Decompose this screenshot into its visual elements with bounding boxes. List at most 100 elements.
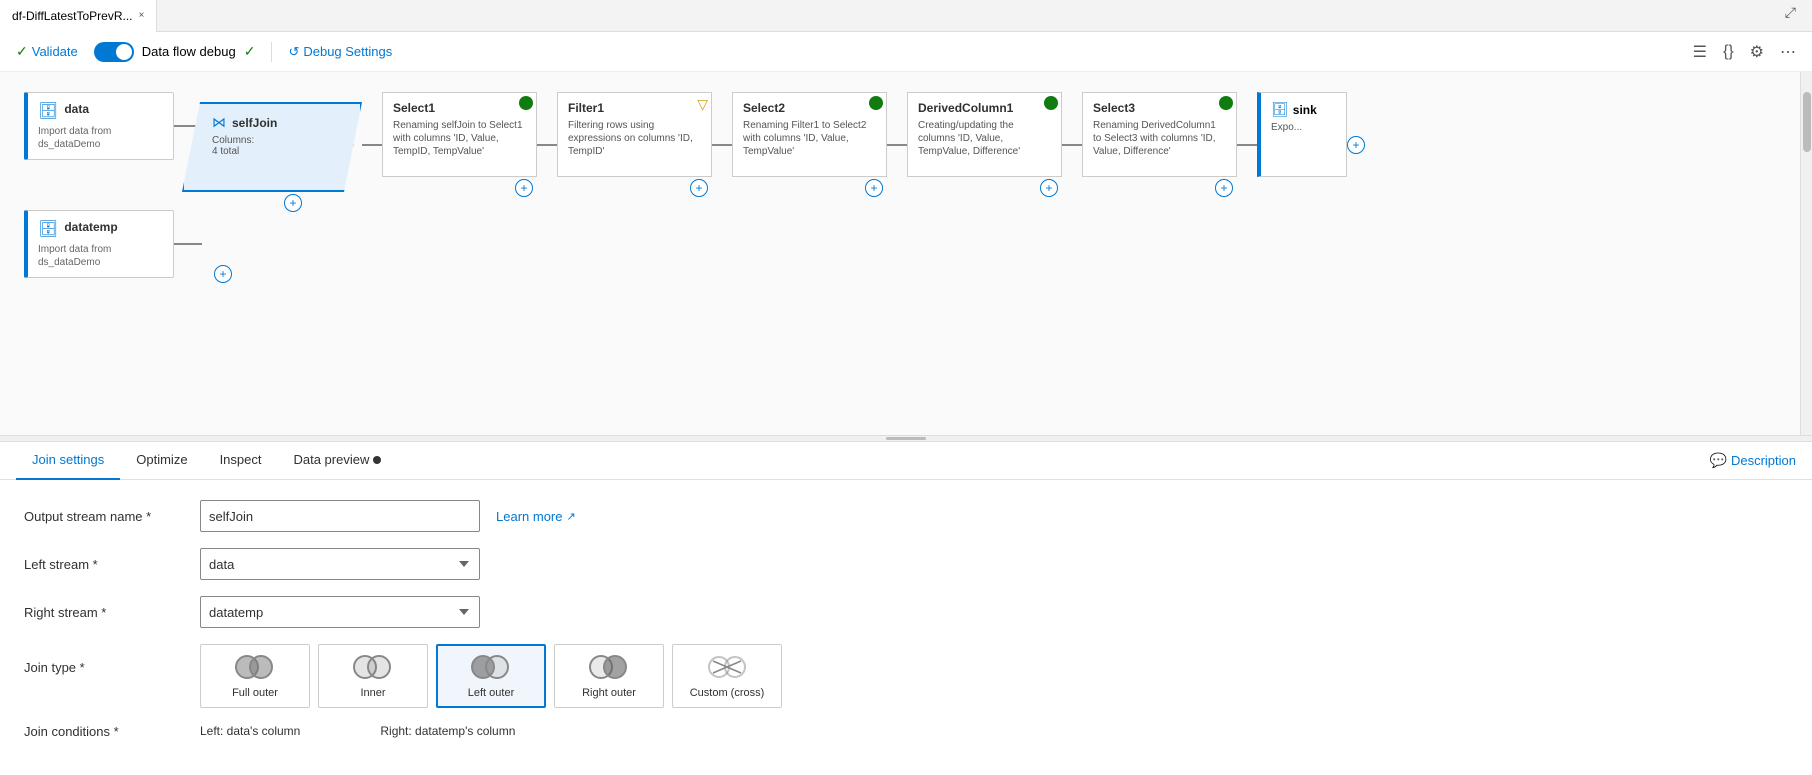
select3-container: Select3 Renaming DerivedColumn1 to Selec… — [1082, 92, 1237, 177]
add-join-button[interactable]: + — [284, 194, 302, 212]
join-conditions-row: Join conditions * Left: data's column Ri… — [24, 724, 1788, 739]
join-type-inner[interactable]: Inner — [318, 644, 428, 708]
debug-toggle[interactable] — [94, 42, 134, 62]
settings-icon[interactable]: ⚙ — [1750, 42, 1764, 62]
code-icon[interactable]: {} — [1723, 43, 1734, 61]
sink-title: sink — [1293, 103, 1317, 117]
add-datatemp-button[interactable]: + — [214, 265, 232, 283]
bottom-panel: Join settings Optimize Inspect Data prev… — [0, 442, 1812, 763]
spacer — [24, 180, 202, 190]
join-icon: ⋈ — [212, 114, 226, 131]
list-icon[interactable]: ☰ — [1693, 42, 1707, 62]
resize-handle — [886, 437, 926, 440]
add-filter1-button[interactable]: + — [690, 179, 708, 197]
select3-title: Select3 — [1093, 101, 1226, 115]
sink-node[interactable]: 🗄 sink Expo... — [1257, 92, 1347, 177]
derived1-container: DerivedColumn1 Creating/updating the col… — [907, 92, 1062, 177]
join-type-custom-cross[interactable]: Custom (cross) — [672, 644, 782, 708]
connector5 — [1062, 144, 1082, 146]
join-type-full-outer[interactable]: Full outer — [200, 644, 310, 708]
right-stream-label: Right stream * — [24, 605, 184, 620]
add-select2-button[interactable]: + — [865, 179, 883, 197]
learn-more-link[interactable]: Learn more ↗ — [496, 509, 576, 524]
tab-data-preview[interactable]: Data preview — [277, 442, 397, 480]
conditions-container: Left: data's column Right: datatemp's co… — [200, 724, 515, 738]
tab-inspect[interactable]: Inspect — [204, 442, 278, 480]
source-node-datatemp[interactable]: 🗄 datatemp Import data from ds_dataDemo — [24, 210, 174, 278]
select2-output-dot — [869, 96, 883, 110]
select1-title: Select1 — [393, 101, 526, 115]
right-stream-select[interactable]: datatemp — [200, 596, 480, 628]
tab-bar: df-DiffLatestToPrevR... × ⤢ — [0, 0, 1812, 32]
restore-icon[interactable]: ⤢ — [1785, 4, 1796, 21]
scrollbar-thumb — [1803, 92, 1811, 152]
source-node-data-group: 🗄 data Import data from ds_dataDemo — [24, 92, 202, 160]
conditions-header: Left: data's column Right: datatemp's co… — [200, 724, 515, 738]
filter1-node[interactable]: ▽ Filter1 Filtering rows using expressio… — [557, 92, 712, 177]
join-types-container: Full outer Inner — [200, 644, 782, 708]
canvas-scrollbar[interactable] — [1800, 72, 1812, 442]
left-outer-label: Left outer — [468, 687, 514, 699]
join-node-selfjoin[interactable]: ⋈ selfJoin Columns:4 total — [182, 102, 362, 192]
left-stream-label: Left stream * — [24, 557, 184, 572]
join-node-title: selfJoin — [232, 116, 277, 130]
filter1-title: Filter1 — [568, 101, 701, 115]
join-type-right-outer[interactable]: Right outer — [554, 644, 664, 708]
select3-desc: Renaming DerivedColumn1 to Select3 with … — [1093, 119, 1226, 158]
toolbar: ✓ Validate Data flow debug ✓ ↺ Debug Set… — [0, 32, 1812, 72]
join-type-left-outer[interactable]: Left outer — [436, 644, 546, 708]
derived1-output-dot — [1044, 96, 1058, 110]
validate-label: Validate — [32, 44, 78, 59]
right-outer-venn — [587, 653, 631, 681]
derived1-node[interactable]: DerivedColumn1 Creating/updating the col… — [907, 92, 1062, 177]
debug-toggle-container: Data flow debug ✓ — [94, 42, 256, 62]
debug-settings-icon: ↺ — [288, 44, 299, 60]
right-outer-label: Right outer — [582, 687, 636, 699]
debug-check-icon: ✓ — [244, 43, 256, 60]
tab-optimize[interactable]: Optimize — [120, 442, 203, 480]
join-conditions-label: Join conditions * — [24, 724, 184, 739]
description-button[interactable]: 💬 Description — [1710, 452, 1796, 469]
join-type-row: Join type * Full outer — [24, 644, 1788, 708]
connector3 — [712, 144, 732, 146]
add-select1-button[interactable]: + — [515, 179, 533, 197]
add-derived1-button[interactable]: + — [1040, 179, 1058, 197]
output-stream-label: Output stream name * — [24, 509, 184, 524]
more-icon[interactable]: ⋯ — [1780, 42, 1796, 62]
join-node-desc: Columns:4 total — [212, 135, 340, 157]
right-col-label: Right: datatemp's column — [380, 724, 515, 738]
connector2 — [537, 144, 557, 146]
sources-column: 🗄 data Import data from ds_dataDemo 🗄 da… — [24, 92, 202, 278]
right-stream-row: Right stream * datatemp — [24, 596, 1788, 628]
select1-container: Select1 Renaming selfJoin to Select1 wit… — [382, 92, 537, 177]
select3-output-dot — [1219, 96, 1233, 110]
canvas-area: 🗄 data Import data from ds_dataDemo 🗄 da… — [0, 72, 1812, 442]
derived1-title: DerivedColumn1 — [918, 101, 1051, 115]
join-type-label: Join type * — [24, 644, 184, 675]
full-outer-label: Full outer — [232, 687, 278, 699]
select3-node[interactable]: Select3 Renaming DerivedColumn1 to Selec… — [1082, 92, 1237, 177]
debug-settings-button[interactable]: ↺ Debug Settings — [288, 44, 392, 60]
left-stream-select[interactable]: data — [200, 548, 480, 580]
tab-join-settings[interactable]: Join settings — [16, 442, 120, 480]
connector-join-select1 — [362, 144, 382, 146]
main-tab[interactable]: df-DiffLatestToPrevR... × — [0, 0, 157, 32]
source-node-data[interactable]: 🗄 data Import data from ds_dataDemo — [24, 92, 174, 160]
output-stream-input[interactable] — [200, 500, 480, 532]
custom-cross-svg — [705, 653, 749, 681]
select2-node[interactable]: Select2 Renaming Filter1 to Select2 with… — [732, 92, 887, 177]
right-stream-select-wrapper: datatemp — [200, 596, 480, 628]
tab-close-icon[interactable]: × — [139, 10, 145, 21]
add-final-button[interactable]: + — [1347, 136, 1365, 154]
filter1-desc: Filtering rows using expressions on colu… — [568, 119, 701, 158]
tab-title: df-DiffLatestToPrevR... — [12, 9, 133, 23]
db2-icon: 🗄 — [38, 219, 58, 239]
canvas-resize-bar[interactable] — [0, 435, 1812, 441]
select1-node[interactable]: Select1 Renaming selfJoin to Select1 wit… — [382, 92, 537, 177]
add-select3-button[interactable]: + — [1215, 179, 1233, 197]
debug-settings-label: Debug Settings — [303, 44, 392, 59]
source-node-datatemp-group: 🗄 datatemp Import data from ds_dataDemo … — [24, 210, 202, 278]
validate-button[interactable]: ✓ Validate — [16, 43, 78, 60]
debug-label: Data flow debug — [142, 44, 236, 59]
filter-icon: ▽ — [697, 96, 708, 113]
